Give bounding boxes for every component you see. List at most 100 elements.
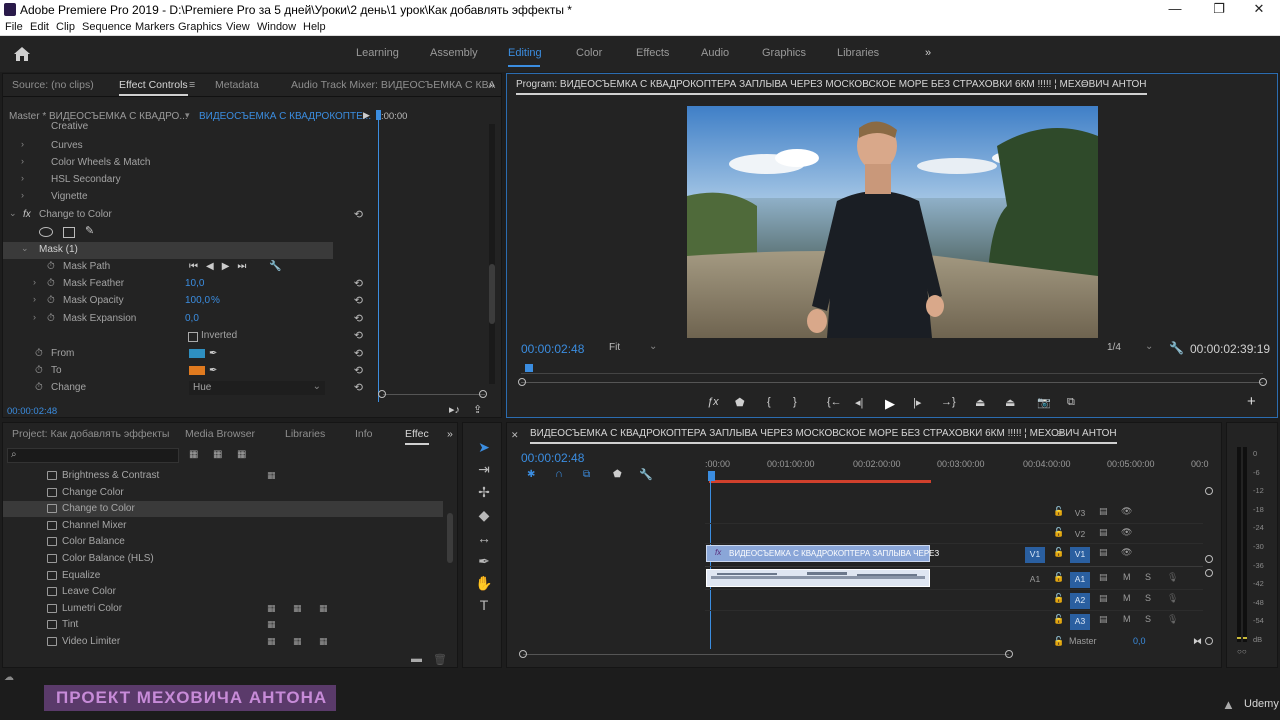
effect-list-item[interactable]: Tint ▦ [3,617,443,633]
play-audio-icon[interactable]: ▸♪ [449,403,460,416]
mask-1-row[interactable]: ⌄ Mask (1) [3,242,333,259]
video-clip[interactable]: fx ВИДЕОСЪЕМКА С КВАДРОКОПТЕРА ЗАПЛЫВА Ч… [706,545,939,562]
tab-effect-controls[interactable]: Effect Controls [119,79,188,96]
new-folder-icon[interactable]: ▬ [411,653,422,665]
menu-edit[interactable]: Edit [30,21,49,33]
change-dropdown[interactable]: Hue ⌄ [189,381,325,395]
timeline-settings-icon[interactable]: 🔧 [639,468,653,481]
mute-button[interactable]: M [1123,593,1131,603]
mask-expansion-value[interactable]: 0,0 [185,313,199,324]
effect-list-item[interactable]: Change to Color [3,501,443,518]
selection-tool-icon[interactable]: ➤ [475,439,493,457]
effect-list-item[interactable]: Leave Color [3,584,443,600]
workspace-color[interactable]: Color [576,47,602,59]
workspace-more-button[interactable]: » [925,47,931,59]
program-menu-icon[interactable]: ≡ [1081,79,1087,91]
mask-feather-value[interactable]: 10,0 [185,278,204,289]
program-monitor-title[interactable]: Program: ВИДЕОСЪЕМКА С КВАДРОКОПТЕРА ЗАП… [516,79,1147,95]
reset-icon[interactable]: ⟲ [354,347,363,360]
reset-effect-icon[interactable]: ⟲ [354,208,363,221]
fit-dropdown[interactable]: Fit ⌄ [609,341,661,356]
v-zoom-handle-bottom[interactable] [1205,637,1213,645]
tab-audio-track-mixer[interactable]: Audio Track Mixer: ВИДЕОСЪЕМКА С КВА [291,79,495,91]
reset-icon[interactable]: ⟲ [354,364,363,377]
rectangle-mask-icon[interactable] [63,227,75,238]
tab-project[interactable]: Project: Как добавлять эффекты [12,428,169,440]
solo-button[interactable]: S [1145,572,1151,582]
source-patch-a1[interactable]: A1 [1025,572,1045,588]
track-v3-target[interactable]: V3 [1070,506,1090,522]
home-icon[interactable] [13,46,31,62]
play-only-clip-icon[interactable]: ▶ [363,110,370,121]
workspace-learning[interactable]: Learning [356,47,399,59]
fx-toggle-icon[interactable]: ƒx [707,396,719,408]
lumetri-item-color-wheels[interactable]: › Color Wheels & Match [3,155,373,172]
menu-sequence[interactable]: Sequence [82,21,132,33]
step-forward-icon[interactable]: |▸ [913,396,921,409]
reset-icon[interactable]: ⟲ [354,329,363,342]
snap-icon[interactable]: ∩ [555,468,563,480]
effect-list-item[interactable]: Change Color [3,485,443,501]
zoom-handle-right[interactable] [1259,378,1267,386]
button-editor-add[interactable]: + [1247,393,1256,410]
lock-icon[interactable]: 🔓 [1053,527,1064,538]
ec-playhead[interactable] [378,112,379,402]
track-v2-target[interactable]: V2 [1070,527,1090,543]
solo-button[interactable]: S [1145,614,1151,624]
tab-metadata[interactable]: Metadata [215,79,259,91]
mic-icon[interactable]: 🎙 [1167,572,1178,583]
close-button[interactable]: ✕ [1244,1,1274,17]
program-playhead[interactable] [525,364,533,372]
workspace-effects[interactable]: Effects [636,47,669,59]
mask-path-track-controls[interactable]: ⏮◀▶⏭ [189,261,254,272]
accelerated-effects-filter-icon[interactable]: ▦ [189,449,198,460]
settings-wrench-icon[interactable]: 🔧 [1169,341,1184,355]
razor-tool-icon[interactable]: ◆ [475,507,493,525]
hand-tool-icon[interactable]: ✋ [475,575,493,593]
tab-info[interactable]: Info [355,428,373,440]
stopwatch-icon[interactable]: ⏱ [47,261,55,272]
add-marker-icon[interactable]: ⬟ [735,396,745,409]
eye-icon[interactable]: 👁 [1121,547,1132,558]
linked-selection-icon[interactable]: ⧉ [583,469,590,480]
workspace-assembly[interactable]: Assembly [430,47,478,59]
mute-button[interactable]: M [1123,614,1131,624]
eyedropper-icon[interactable]: ✒ [209,348,217,359]
reset-icon[interactable]: ⟲ [354,277,363,290]
step-back-icon[interactable]: ◂| [855,396,863,409]
sync-lock-icon[interactable]: ▤ [1099,506,1108,517]
panel-more-button[interactable]: » [489,79,495,91]
timeline-playhead-handle[interactable] [708,471,715,481]
ripple-edit-tool-icon[interactable]: ✢ [475,484,493,502]
minimize-button[interactable]: — [1160,1,1190,16]
effect-list-item[interactable]: Lumetri Color ▦ ▦ ▦ [3,601,443,617]
v-zoom-handle-top[interactable] [1205,487,1213,495]
timeline-menu-icon[interactable]: ≡ [1057,428,1063,440]
h-zoom-handle-right[interactable] [1005,650,1013,658]
eye-icon[interactable]: 👁 [1121,506,1132,517]
clip-dropdown-icon[interactable]: ▾ [185,110,190,121]
track-a3-target[interactable]: A3 [1070,614,1090,630]
lock-icon[interactable]: 🔓 [1053,636,1064,647]
effect-list-item[interactable]: Equalize [3,568,443,584]
effect-list-item[interactable]: Color Balance [3,534,443,550]
comparison-view-icon[interactable]: ⧉ [1067,396,1075,409]
sync-lock-icon[interactable]: ▤ [1099,547,1108,558]
play-icon[interactable]: ▶ [885,396,895,412]
from-color-swatch[interactable] [189,349,205,358]
32bit-effects-filter-icon[interactable]: ▦ [213,449,222,460]
solo-button[interactable]: S [1145,593,1151,603]
menu-help[interactable]: Help [303,21,326,33]
lock-icon[interactable]: 🔓 [1053,614,1064,625]
stopwatch-icon[interactable]: ⏱ [47,295,55,306]
lock-icon[interactable]: 🔓 [1053,506,1064,517]
program-video-frame[interactable] [687,106,1098,338]
menu-file[interactable]: File [5,21,23,33]
mic-icon[interactable]: 🎙 [1167,593,1178,604]
ec-timecode[interactable]: 00:00:02:48 [7,406,57,417]
ec-zoom-bar[interactable] [383,394,485,395]
workspace-libraries[interactable]: Libraries [837,47,879,59]
go-to-in-icon[interactable]: {← [827,396,842,408]
lock-icon[interactable]: 🔓 [1053,593,1064,604]
stopwatch-icon[interactable]: ⏱ [35,382,43,393]
